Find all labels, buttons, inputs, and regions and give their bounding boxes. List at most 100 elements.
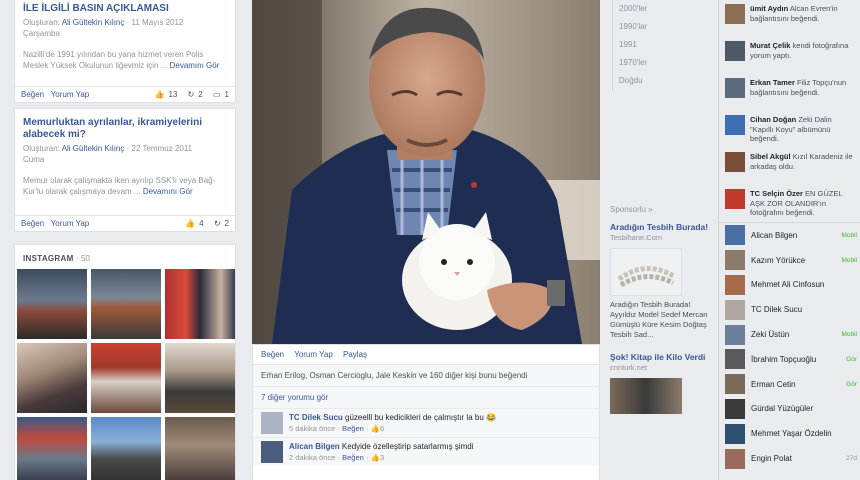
chat-contact[interactable]: Mehmet Ali Cinfosun (725, 273, 857, 298)
contact-name: İbrahim Topçuoğlu (751, 354, 817, 364)
comment-button[interactable]: Yorum Yap (51, 219, 90, 228)
thumb-icon: 👍 (185, 219, 196, 228)
post-photo[interactable] (252, 0, 600, 344)
like-count-value: 13 (168, 90, 178, 99)
year-link[interactable]: 2000'ler (612, 0, 692, 18)
comment-button[interactable]: Yorum Yap (51, 90, 90, 99)
author-link[interactable]: Ali Gültekin Kılınç (62, 18, 125, 27)
chat-contact[interactable]: Alican Bilgen Mobil (725, 223, 857, 248)
ticker-name[interactable]: ümit Aydın (750, 4, 788, 13)
comment-button[interactable]: Yorum Yap (294, 350, 333, 359)
ad-image[interactable] (610, 248, 682, 296)
avatar[interactable] (261, 441, 283, 463)
comment-like-button[interactable]: Beğen (342, 453, 364, 462)
likes-summary[interactable]: Erhan Erilog, Osman Cercioglu, Jale Kesk… (253, 365, 599, 387)
likes-summary-text[interactable]: Erhan Erilog, Osman Cercioglu, Jale Kesk… (261, 371, 527, 380)
ticker-item[interactable]: ümit Aydın Alcan Evren'in bağlantısını b… (725, 2, 856, 39)
contact-status: Mobil (841, 331, 857, 339)
ticker-item[interactable]: Erkan Tamer Filiz Topçu'nun bağlantısını… (725, 76, 856, 113)
contact-name: Engin Polat (751, 454, 792, 464)
instagram-photo[interactable] (165, 269, 235, 339)
ticker-item[interactable]: Sibel Akgül Kızıl Karadeniz ile arkadaş … (725, 150, 856, 187)
ticker-item[interactable]: Cihan Doğan Zeki Dalin "Kapıllı Koyu" al… (725, 113, 856, 150)
avatar[interactable] (261, 412, 283, 434)
note-card-1: İLE İLGİLİ BASIN AÇIKLAMASI Oluşturan: A… (14, 0, 236, 103)
see-more-link[interactable]: Devamını Gör (143, 187, 193, 196)
chat-contact[interactable]: İbrahim Topçuoğlu Gör (725, 347, 857, 372)
chat-list: Alican Bilgen Mobil Kazım Yörükce Mobil Me… (719, 222, 860, 471)
like-count: 👍 13 (150, 90, 177, 99)
ad-url[interactable]: cnnturk.net (610, 363, 710, 372)
year-link[interactable]: 1970'ler (612, 54, 692, 72)
share-button[interactable]: Paylaş (343, 350, 367, 359)
avatar[interactable] (725, 115, 745, 135)
chat-contact[interactable]: Gürdal Yüzügüler (725, 397, 857, 422)
ticker-item[interactable]: TC Selçin Özer EN GÜZEL AŞK ZOR OLANDIR'… (725, 187, 856, 224)
share-count: ↻ 2 (210, 219, 229, 228)
share-count-value: 2 (224, 219, 229, 228)
note-title[interactable]: Memurluktan ayrılanlar, ikramiyelerini a… (15, 109, 235, 141)
comment-time[interactable]: 5 dakika önce (289, 424, 335, 433)
note-title-partial[interactable]: İLE İLGİLİ BASIN AÇIKLAMASI (15, 0, 235, 15)
chat-contact[interactable]: Mehmet Yaşar Özdelin (725, 421, 857, 446)
comment-count-value: 1 (224, 90, 229, 99)
ticker-name[interactable]: Cihan Doğan (750, 115, 796, 124)
contact-name: Mehmet Yaşar Özdelin (751, 429, 832, 439)
instagram-photo[interactable] (91, 343, 161, 413)
instagram-photo[interactable] (91, 417, 161, 480)
like-button[interactable]: Beğen (21, 219, 44, 228)
avatar (725, 448, 745, 469)
year-link[interactable]: 1990'lar (612, 18, 692, 36)
prayer-beads-icon (617, 266, 677, 288)
instagram-heading[interactable]: INSTAGRAM (23, 254, 74, 263)
comment-like-button[interactable]: Beğen (342, 424, 364, 433)
ticker-name[interactable]: Murat Çelik (750, 41, 790, 50)
ticker-name[interactable]: TC Selçin Özer (750, 189, 803, 198)
author-link[interactable]: Ali Gültekin Kılınç (62, 144, 125, 153)
note-title-text[interactable]: İLE İLGİLİ BASIN AÇIKLAMASI (23, 3, 169, 14)
see-more-link[interactable]: Devamını Gör (170, 61, 220, 70)
comment-author[interactable]: TC Dilek Sucu (289, 413, 343, 422)
thumb-icon: 👍 (370, 424, 380, 433)
ad-title[interactable]: Şok! Kitap ile Kilo Verdi (610, 352, 710, 363)
contact-name: Kazım Yörükce (751, 255, 806, 265)
like-button[interactable]: Beğen (21, 90, 44, 99)
instagram-photo[interactable] (17, 343, 87, 413)
ticker-item[interactable]: Murat Çelik kendi fotoğrafına yorum yapt… (725, 39, 856, 76)
instagram-photo[interactable] (165, 417, 235, 480)
chat-contact[interactable]: Engin Polat 27d (725, 446, 857, 471)
avatar (725, 299, 745, 320)
avatar[interactable] (725, 41, 745, 61)
instagram-photo[interactable] (91, 269, 161, 339)
chat-contact[interactable]: TC Dilek Sucu (725, 297, 857, 322)
avatar (725, 274, 745, 295)
avatar (725, 374, 745, 395)
ad-title[interactable]: Aradığın Tesbih Burada! (610, 222, 710, 233)
avatar[interactable] (725, 189, 745, 209)
ad-image[interactable] (610, 378, 682, 414)
year-link[interactable]: Doğdu (612, 72, 692, 90)
chat-contact[interactable]: Erman Cetin Gör (725, 372, 857, 397)
instagram-photo[interactable] (17, 417, 87, 480)
comment-item: Alican Bilgen Kedyide özelleştirip satar… (253, 437, 599, 466)
like-count-value: 4 (199, 219, 204, 228)
instagram-photo[interactable] (17, 269, 87, 339)
ticker-name[interactable]: Sibel Akgül (750, 152, 791, 161)
avatar (725, 423, 745, 444)
contact-name: Erman Cetin (751, 379, 796, 389)
comment-author[interactable]: Alican Bilgen (289, 442, 340, 451)
view-more-comments[interactable]: 7 diğer yorumu gör (253, 387, 599, 408)
view-more-comments-text[interactable]: 7 diğer yorumu gör (261, 393, 328, 402)
chat-contact[interactable]: Zeki Üstün Mobil (725, 322, 857, 347)
comment-time[interactable]: 2 dakika önce (289, 453, 335, 462)
avatar[interactable] (725, 152, 745, 172)
avatar[interactable] (725, 4, 745, 24)
ticker-name[interactable]: Erkan Tamer (750, 78, 795, 87)
year-link[interactable]: 1991 (612, 36, 692, 54)
avatar[interactable] (725, 78, 745, 98)
like-button[interactable]: Beğen (261, 350, 284, 359)
chat-contact[interactable]: Kazım Yörükce Mobil (725, 248, 857, 273)
share-count: ↻ 2 (184, 90, 203, 99)
instagram-photo[interactable] (165, 343, 235, 413)
ad-url[interactable]: Tesbihane.Com (610, 233, 710, 242)
